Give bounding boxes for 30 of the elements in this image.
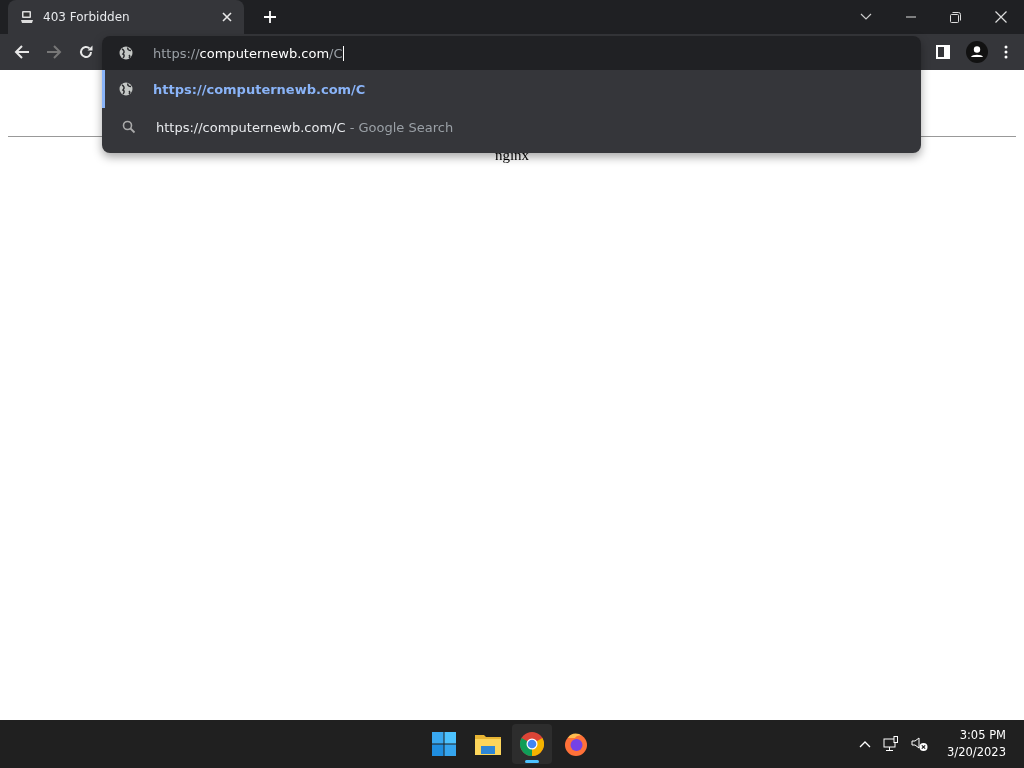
reload-icon[interactable] (78, 44, 94, 60)
close-icon[interactable] (995, 11, 1007, 23)
browser-tab[interactable]: 403 Forbidden (8, 0, 244, 34)
network-icon[interactable] (883, 736, 900, 752)
folder-icon (475, 733, 501, 755)
clock-date[interactable]: 3/20/2023 (947, 744, 1006, 761)
new-tab-icon[interactable] (263, 10, 277, 24)
chrome-logo-icon (520, 732, 544, 756)
profile-icon[interactable] (966, 41, 988, 63)
taskbar-app[interactable] (512, 724, 552, 764)
menu-icon[interactable] (1004, 45, 1008, 59)
side-panel-icon[interactable] (936, 45, 950, 59)
chevron-up-icon[interactable] (859, 740, 872, 748)
tab-search-icon[interactable] (860, 13, 872, 21)
globe-icon (119, 82, 133, 96)
restore-icon[interactable] (950, 11, 961, 23)
tab-title: 403 Forbidden (43, 10, 131, 24)
globe-icon (119, 46, 133, 60)
suggestion-item[interactable]: https://computernewb.com/C - Google Search (102, 108, 921, 146)
address-field[interactable]: https://computernewb.com/C (153, 43, 344, 63)
firefox-logo-icon (564, 732, 588, 756)
server-name: nginx (493, 147, 531, 164)
close-tab-icon[interactable] (222, 12, 232, 22)
back-icon[interactable] (14, 44, 30, 60)
muted-speaker-icon[interactable] (911, 736, 930, 752)
windows-logo-icon (432, 732, 456, 756)
computer-icon (20, 10, 34, 24)
search-icon (122, 120, 136, 134)
suggestion-item[interactable]: https://computernewb.com/C (102, 70, 921, 108)
clock-time[interactable]: 3:05 PM (959, 727, 1006, 744)
